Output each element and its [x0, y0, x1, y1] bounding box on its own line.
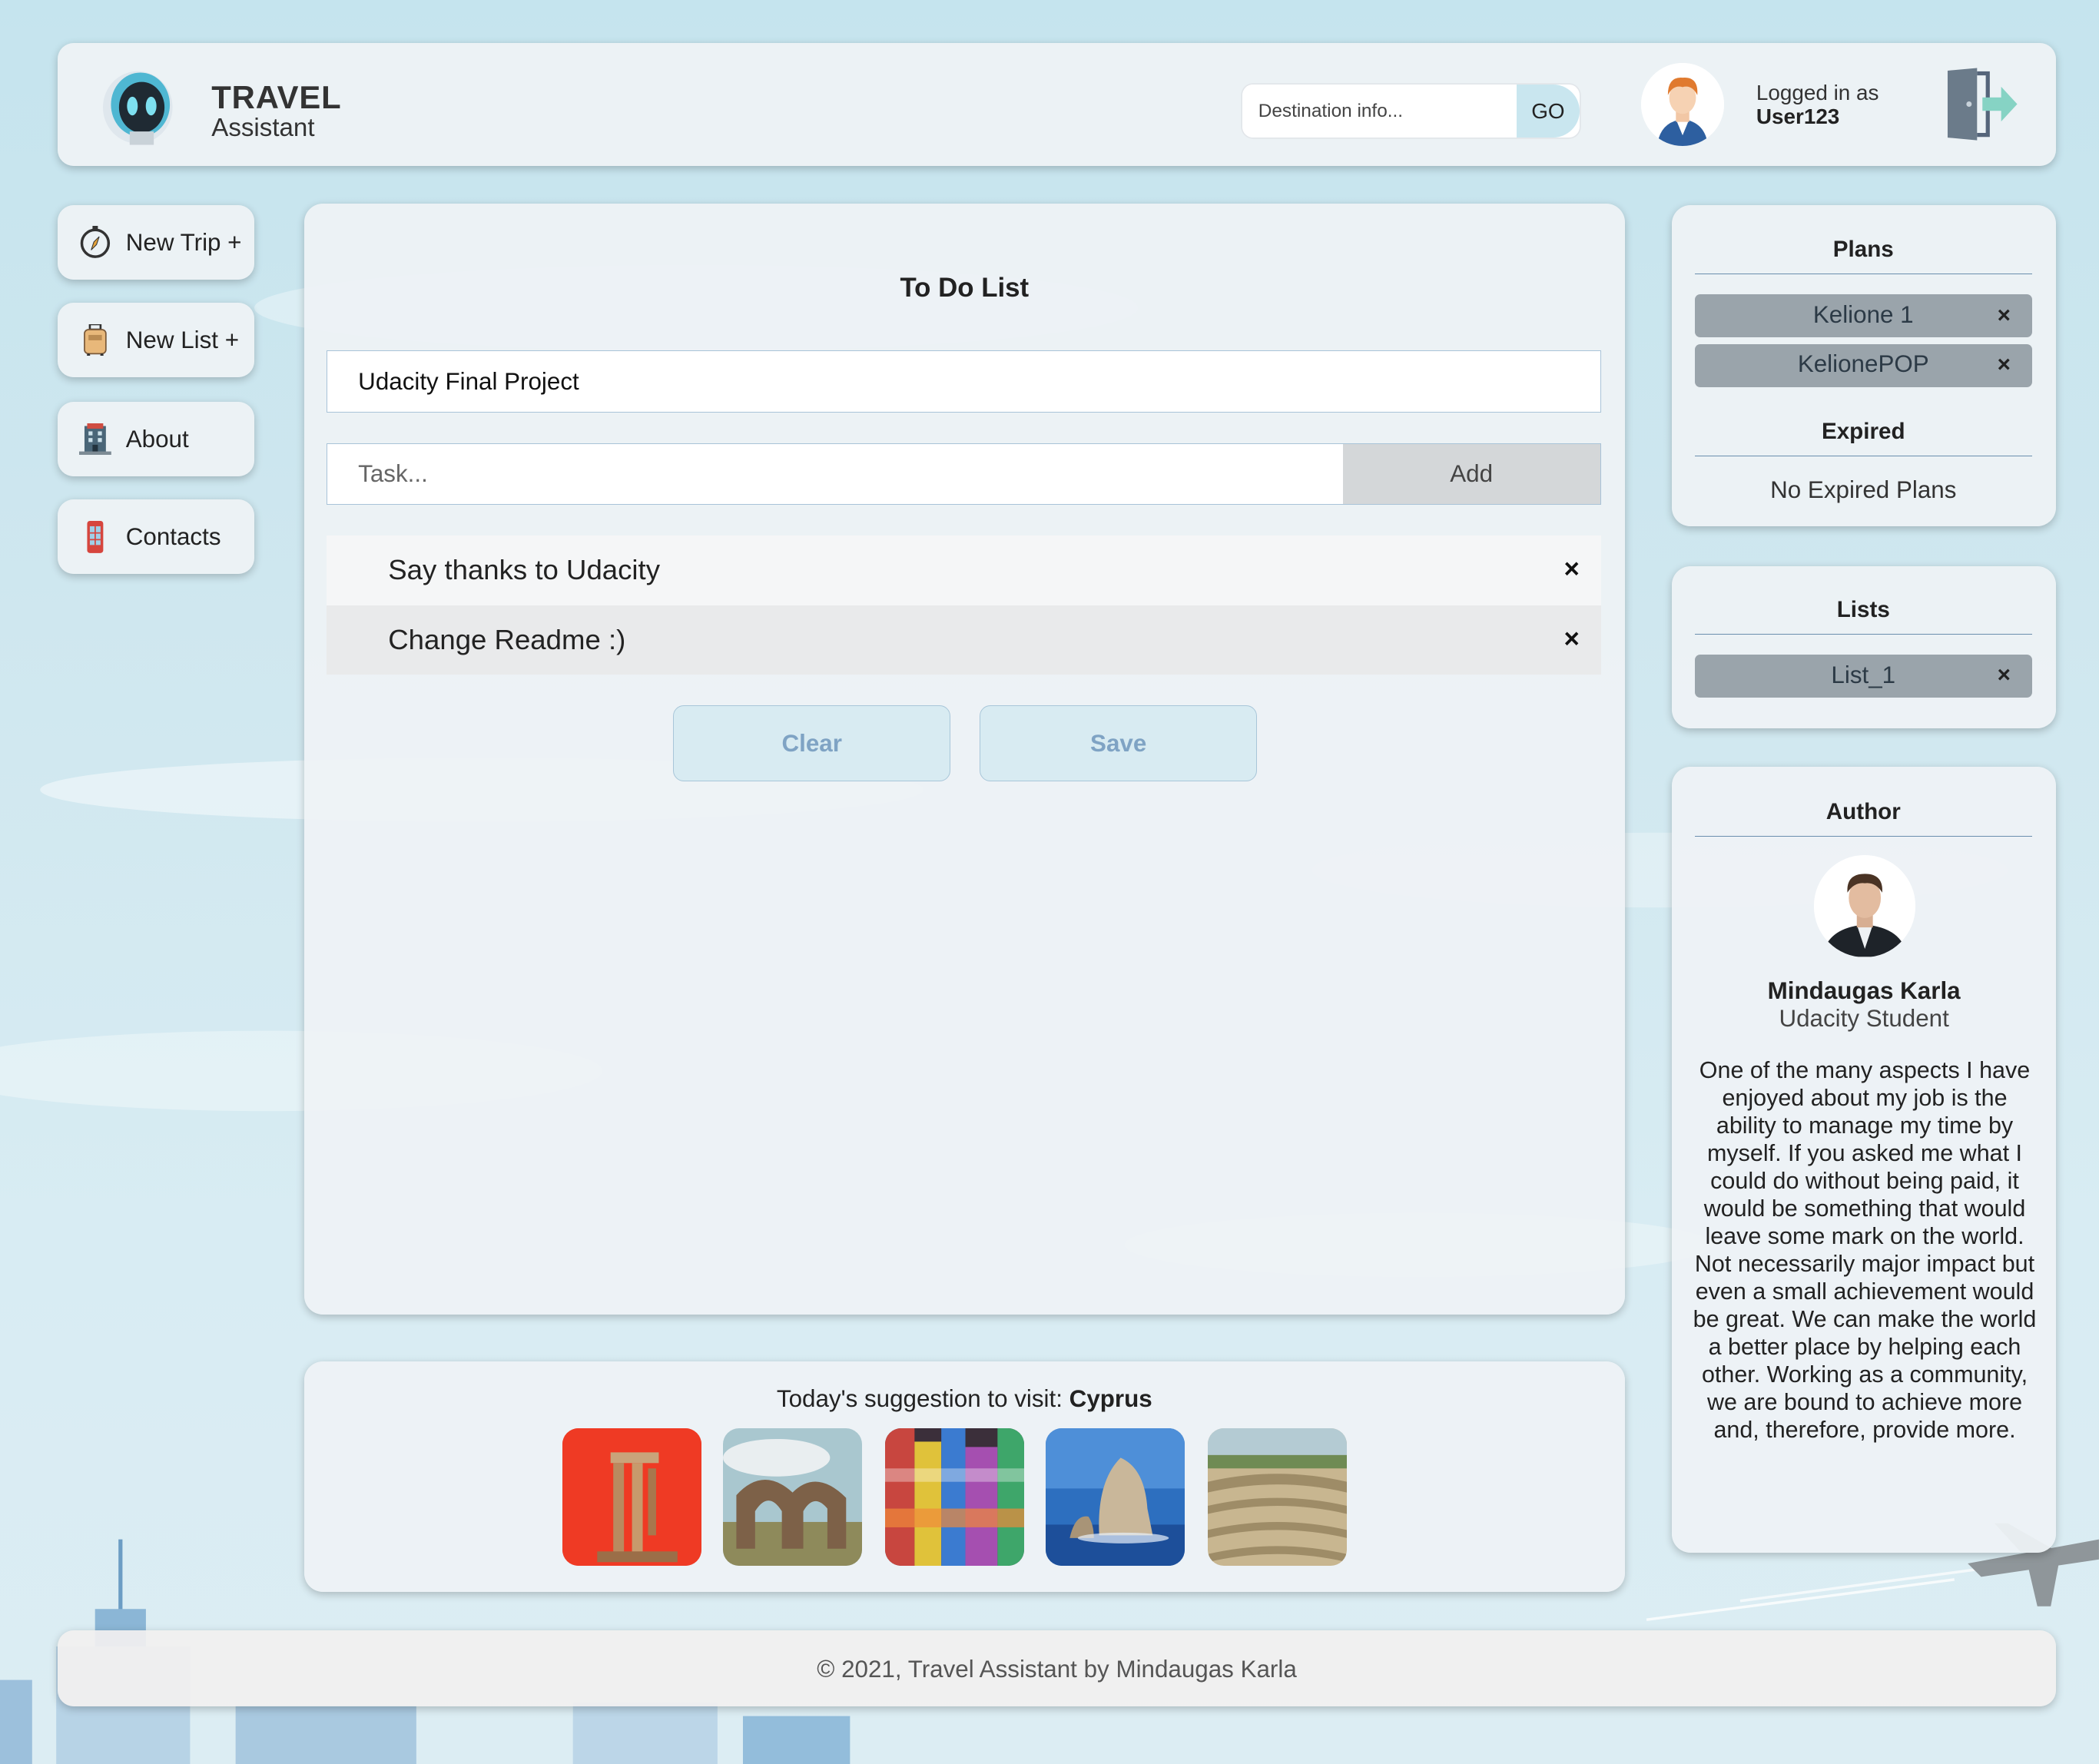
author-name: Mindaugas Karla [1767, 976, 1961, 1004]
app-header: TRAVEL Assistant GO Logged in as User123 [57, 42, 2057, 167]
plan-item[interactable]: Kelione 1 × [1694, 294, 2032, 338]
sea-rock-photo[interactable] [1045, 1428, 1185, 1567]
plans-title: Plans [1694, 237, 2032, 275]
logged-in-username: User123 [1756, 104, 1840, 128]
task-text: Say thanks to Udacity [388, 554, 661, 586]
suggestion-prefix: Today's suggestion to visit: [776, 1385, 1069, 1413]
go-button[interactable]: GO [1517, 84, 1580, 138]
expired-title: Expired [1694, 419, 2032, 457]
remove-plan-icon[interactable]: × [1998, 303, 2011, 329]
plan-item[interactable]: KelionePOP × [1694, 343, 2032, 387]
destination-search-input[interactable] [1242, 84, 1517, 138]
footer-copyright: © 2021, Travel Assistant by Mindaugas Ka… [817, 1656, 1297, 1683]
nav-new-trip[interactable]: New Trip + [57, 204, 255, 280]
nav-contacts[interactable]: Contacts [57, 499, 255, 575]
stone-arch-photo[interactable] [722, 1428, 863, 1567]
task-row: Change Readme :) × [327, 605, 1601, 675]
author-title: Author [1694, 799, 2032, 837]
street-art-photo[interactable] [884, 1428, 1024, 1567]
suggestion-text: Today's suggestion to visit: Cyprus [304, 1385, 1626, 1413]
plans-panel: Plans Kelione 1 × KelionePOP × Expired N… [1672, 204, 2057, 526]
no-expired-plans-text: No Expired Plans [1770, 476, 1957, 504]
task-input[interactable] [327, 443, 1343, 505]
suggestion-place: Cyprus [1069, 1385, 1152, 1413]
logout-icon[interactable] [1942, 65, 2020, 143]
nav-contacts-label: Contacts [125, 523, 221, 551]
suggestion-panel: Today's suggestion to visit: Cyprus [303, 1361, 1626, 1592]
brand-title: TRAVEL [211, 78, 342, 115]
lists-title: Lists [1694, 597, 2032, 635]
brand-subtitle: Assistant [211, 114, 315, 143]
robot-logo-icon[interactable] [98, 65, 178, 148]
add-task-button[interactable]: Add [1342, 443, 1601, 505]
building-icon [78, 423, 111, 456]
user-avatar-icon [1641, 62, 1725, 146]
luggage-icon [83, 323, 107, 356]
save-button[interactable]: Save [980, 705, 1257, 782]
compass-icon [80, 226, 110, 259]
task-text: Change Readme :) [388, 623, 626, 655]
temple-ruins-photo[interactable] [562, 1428, 701, 1567]
amphitheatre-photo[interactable] [1207, 1428, 1347, 1567]
lists-panel: Lists List_1 × [1672, 565, 2057, 728]
remove-plan-icon[interactable]: × [1998, 352, 2011, 378]
author-role: Udacity Student [1779, 1005, 1949, 1033]
plan-item-label: Kelione 1 [1812, 300, 1914, 328]
remove-list-icon[interactable]: × [1998, 662, 2011, 688]
clear-button[interactable]: Clear [673, 705, 950, 782]
todo-title: To Do List [900, 273, 1030, 303]
author-bio: One of the many aspects I have enjoyed a… [1693, 1056, 2037, 1444]
nav-about[interactable]: About [57, 401, 255, 477]
remove-task-icon[interactable]: × [1564, 554, 1580, 585]
nav-new-list[interactable]: New List + [57, 302, 255, 378]
logged-in-label: Logged in as [1756, 80, 1879, 104]
list-name-input[interactable] [327, 350, 1601, 413]
nav-about-label: About [125, 426, 189, 453]
app-footer: © 2021, Travel Assistant by Mindaugas Ka… [57, 1630, 2057, 1707]
list-item-label: List_1 [1831, 661, 1896, 688]
remove-task-icon[interactable]: × [1564, 624, 1580, 655]
nav-new-list-label: New List + [125, 327, 240, 354]
nav-new-trip-label: New Trip + [125, 228, 242, 256]
todo-panel: To Do List Add Say thanks to Udacity × C… [303, 203, 1626, 1315]
plan-item-label: KelionePOP [1797, 350, 1929, 378]
task-row: Say thanks to Udacity × [327, 535, 1601, 605]
author-photo [1813, 855, 1916, 957]
destination-search: GO [1242, 84, 1580, 138]
author-panel: Author Mindaugas Karla Udacity Student O… [1672, 767, 2057, 1553]
list-item[interactable]: List_1 × [1694, 654, 2032, 698]
phone-booth-icon [87, 520, 104, 553]
